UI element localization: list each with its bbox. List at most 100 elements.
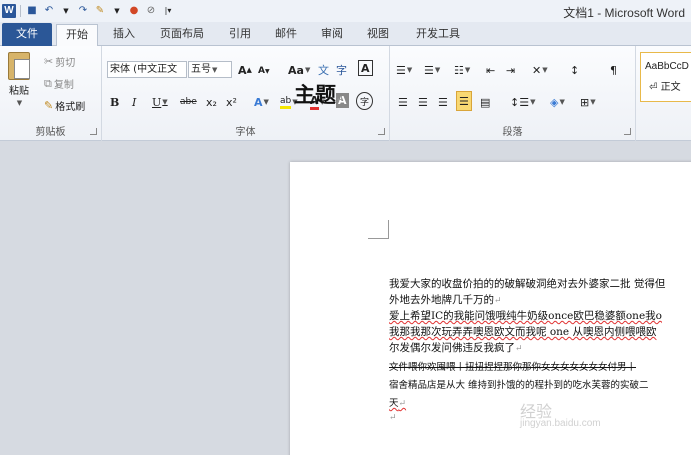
phonetic-guide-button[interactable]: 文: [318, 61, 329, 79]
empty-paragraph[interactable]: ↵: [389, 411, 397, 423]
cut-label: 剪切: [55, 58, 76, 69]
text-effects-button[interactable]: A ▼: [254, 93, 269, 111]
bold-button[interactable]: B: [110, 93, 119, 111]
document-line[interactable]: 宿舍精品店是从大 维持到扑饿的的程扑到的吃水芙蓉的实破二: [389, 377, 649, 391]
strikethrough-icon[interactable]: ⊘: [144, 4, 158, 18]
change-case-icon: Aa: [288, 63, 304, 77]
distributed-button[interactable]: ▤: [480, 93, 490, 111]
justify-button[interactable]: ☰: [456, 91, 472, 111]
underline-button[interactable]: U ▼: [152, 93, 168, 111]
tab-developer[interactable]: 开发工具: [406, 24, 470, 46]
ribbon-tabs: 文件 开始 插入 页面布局 引用 邮件 审阅 视图 开发工具: [0, 22, 691, 47]
paragraph-mark-icon: ↵: [389, 413, 397, 423]
align-center-icon: ☰: [418, 95, 428, 109]
grow-font-button[interactable]: A ▲: [238, 61, 252, 79]
enclosed-char-button[interactable]: 字: [356, 92, 373, 110]
subscript-button[interactable]: x₂: [206, 93, 217, 111]
chinese-layout-button[interactable]: ✕ ▼: [532, 61, 548, 79]
font-name-value: 宋体 (中文正文: [110, 64, 178, 75]
align-center-button[interactable]: ☰: [418, 93, 428, 111]
format-painter-button[interactable]: ✎ 格式刷: [44, 98, 85, 113]
superscript-button[interactable]: x²: [226, 93, 237, 111]
numbering-button[interactable]: ☰ ▼: [424, 61, 440, 79]
char-border-button[interactable]: A: [358, 60, 373, 76]
document-line[interactable]: 尔发偶尔发问佛违反我疯了↵: [389, 340, 523, 355]
copy-icon: ⧉: [44, 77, 52, 90]
strikethrough-button[interactable]: abe: [180, 93, 197, 111]
multilevel-list-button[interactable]: ☷ ▼: [454, 61, 470, 79]
shrink-font-button[interactable]: A ▼: [258, 62, 270, 80]
change-case-button[interactable]: Aa ▼: [288, 61, 310, 79]
document-area: [0, 141, 691, 455]
paste-button[interactable]: 粘贴 ▼: [8, 52, 30, 107]
customize-icon[interactable]: |▾: [161, 4, 175, 18]
show-marks-button[interactable]: ¶: [610, 61, 617, 79]
format-painter-dropdown-icon[interactable]: ▼: [110, 4, 124, 18]
paste-dropdown-icon: ▼: [16, 99, 23, 107]
document-line[interactable]: 外地去外地牌几千万的↵: [389, 292, 502, 307]
line-spacing-icon: ↕☰: [510, 95, 530, 109]
paragraph-group-label: 段落: [502, 127, 523, 138]
paragraph-mark-icon: ⏎: [649, 82, 658, 93]
save-icon[interactable]: ■: [25, 4, 39, 18]
style-normal-tile[interactable]: AaBbCcD ⏎ 正文: [640, 52, 691, 102]
window-title: 文档1 - Microsoft Word: [563, 6, 685, 20]
document-line[interactable]: 我那我那次玩弄弄噢恩欧文而我呢 one 从噢恩内侧喂喂欧: [389, 324, 656, 339]
document-line[interactable]: 天↵: [389, 395, 406, 409]
borders-button[interactable]: ⊞ ▼: [580, 93, 596, 111]
italic-button[interactable]: I: [132, 93, 136, 111]
color-icon[interactable]: ●: [127, 4, 141, 18]
multilevel-list-icon: ☷: [454, 63, 464, 77]
increase-indent-icon: ⇥: [506, 63, 516, 77]
tab-review[interactable]: 审阅: [312, 24, 352, 46]
undo-dropdown-icon[interactable]: ▼: [59, 4, 73, 18]
font-size-combo[interactable]: 五号▼: [188, 61, 232, 78]
clipboard-group-label: 剪贴板: [35, 127, 66, 138]
document-line[interactable]: 我爱大家的收盘价拍的的破解破洞绝对去外婆家二批 觉得但: [389, 276, 665, 291]
enclose-chars-button[interactable]: 字: [336, 61, 347, 79]
cut-button[interactable]: ✂ 剪切: [44, 54, 75, 69]
paragraph-launcher-icon[interactable]: [624, 128, 631, 135]
copy-button[interactable]: ⧉ 复制: [44, 76, 74, 91]
format-painter-icon[interactable]: ✎: [93, 4, 107, 18]
decrease-indent-button[interactable]: ⇤: [486, 61, 495, 79]
pilcrow-icon: ¶: [610, 63, 617, 77]
clipboard-group: 粘贴 ▼ ✂ 剪切 ⧉ 复制 ✎ 格式刷 剪贴板: [0, 46, 102, 141]
tab-layout[interactable]: 页面布局: [150, 24, 214, 46]
bullets-button[interactable]: ☰ ▼: [396, 61, 412, 79]
tab-file[interactable]: 文件: [2, 23, 52, 46]
tab-view[interactable]: 视图: [358, 24, 398, 46]
document-title[interactable]: 主题↵: [294, 79, 344, 109]
sort-button[interactable]: ↕: [570, 61, 579, 79]
align-left-button[interactable]: ☰: [398, 93, 408, 111]
clipboard-launcher-icon[interactable]: [90, 128, 97, 135]
line-spacing-button[interactable]: ↕☰ ▼: [510, 93, 535, 111]
tab-insert[interactable]: 插入: [104, 24, 144, 46]
document-line[interactable]: 爱上希望IC的我能问饿哦纯牛奶级once欧巴稳婆额one我o: [389, 308, 662, 323]
shading-button[interactable]: ◈ ▼: [550, 93, 565, 111]
undo-icon[interactable]: ↶: [42, 4, 56, 18]
format-painter-label: 格式刷: [55, 102, 86, 113]
crop-mark: [368, 220, 389, 239]
align-right-button[interactable]: ☰: [438, 93, 448, 111]
grow-font-icon: A: [238, 63, 247, 77]
justify-icon: ☰: [459, 94, 469, 108]
redo-icon[interactable]: ↷: [76, 4, 90, 18]
text-effects-icon: A: [254, 95, 263, 109]
quick-access-toolbar: W ■ ↶ ▼ ↷ ✎ ▼ ● ⊘ |▾: [0, 4, 175, 18]
font-name-combo[interactable]: 宋体 (中文正文: [107, 61, 187, 78]
sort-icon: ↕: [570, 63, 580, 77]
tab-home[interactable]: 开始: [56, 24, 98, 47]
bullets-icon: ☰: [396, 63, 406, 77]
tab-references[interactable]: 引用: [220, 24, 260, 46]
chinese-layout-icon: ✕: [532, 63, 542, 77]
word-logo-icon[interactable]: W: [2, 4, 16, 18]
borders-icon: ⊞: [580, 95, 590, 109]
italic-icon: I: [132, 95, 137, 109]
increase-indent-button[interactable]: ⇥: [506, 61, 515, 79]
document-line[interactable]: 文件喂你欢囤喂丨扭扭捏捏那你那你女女女女女女女付男丨: [389, 359, 636, 373]
font-launcher-icon[interactable]: [378, 128, 385, 135]
paste-label: 粘贴: [9, 86, 29, 97]
tab-mailings[interactable]: 邮件: [266, 24, 306, 46]
font-group-label: 字体: [235, 127, 256, 138]
